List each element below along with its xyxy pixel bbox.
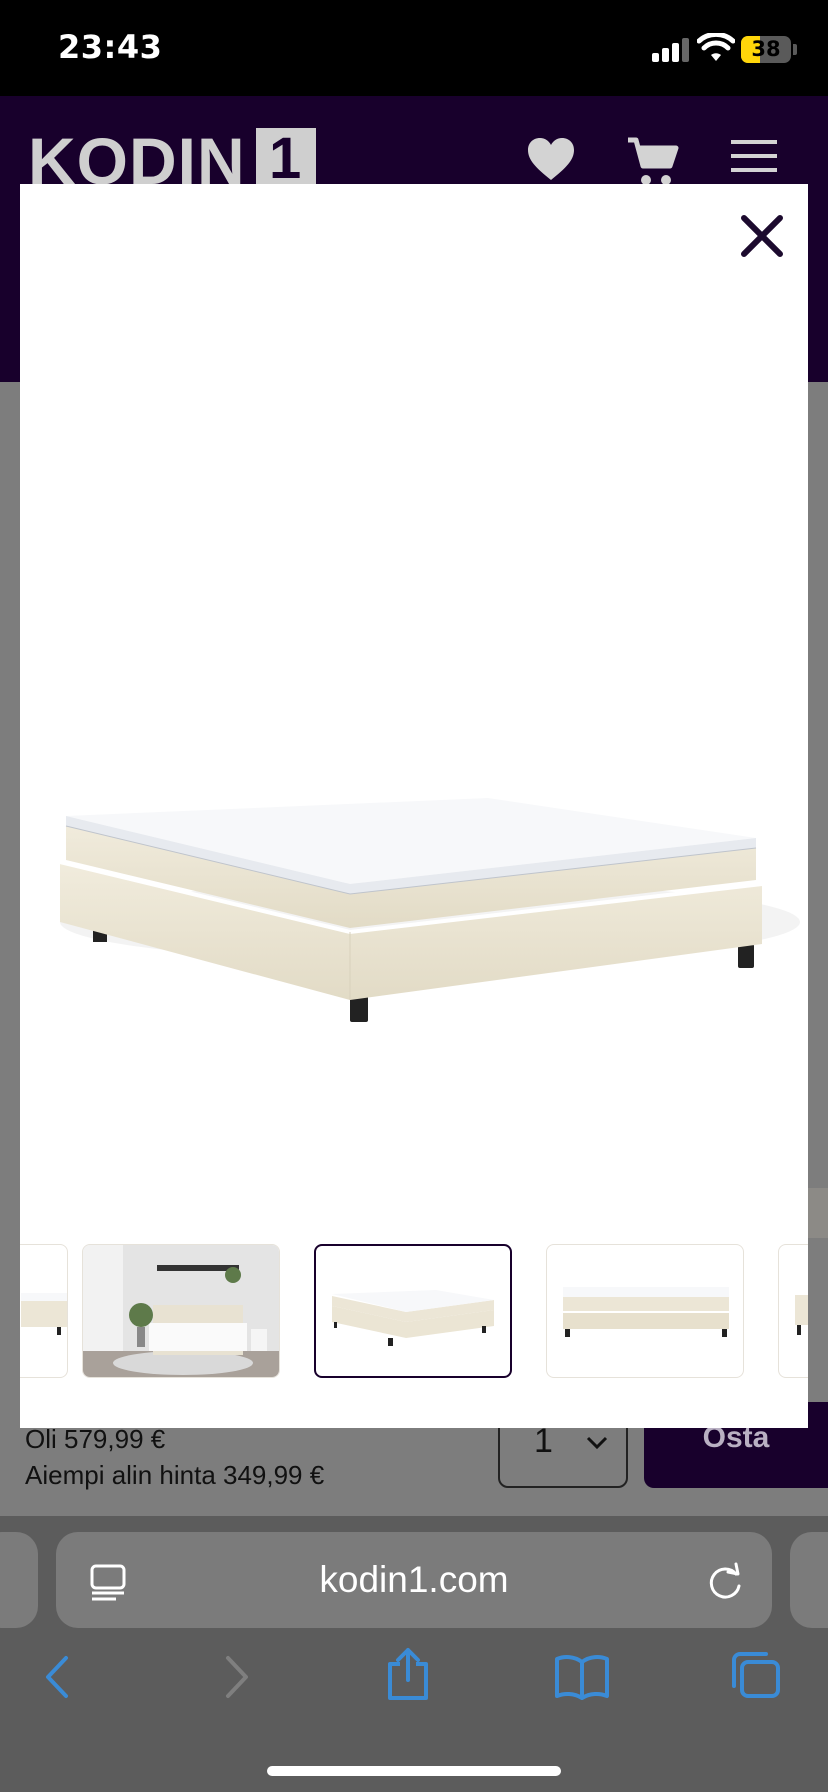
kodin1-logo[interactable]: KODIN 1 bbox=[28, 126, 316, 194]
next-tab-peek[interactable] bbox=[790, 1532, 828, 1628]
status-bar: 23:43 38 bbox=[0, 0, 828, 96]
status-time: 23:43 bbox=[58, 28, 163, 66]
thumbnail-strip bbox=[20, 1244, 808, 1384]
old-price: Oli 579,99 € bbox=[25, 1424, 166, 1454]
page-image-edge bbox=[808, 1188, 828, 1238]
back-icon[interactable] bbox=[42, 1654, 72, 1700]
battery-icon: 38 bbox=[741, 36, 791, 63]
bookmarks-icon[interactable] bbox=[554, 1654, 610, 1700]
lowest-price: Aiempi alin hinta 349,99 € bbox=[25, 1460, 325, 1490]
thumbnail-4-bed-front[interactable] bbox=[546, 1244, 744, 1378]
heart-icon[interactable] bbox=[526, 136, 576, 184]
reload-icon[interactable] bbox=[706, 1562, 744, 1602]
cart-icon[interactable] bbox=[626, 136, 680, 186]
image-gallery-modal bbox=[20, 184, 808, 1428]
thumbnail-2-bedroom[interactable] bbox=[82, 1244, 280, 1378]
battery-level: 38 bbox=[751, 37, 781, 61]
previous-tab-peek[interactable] bbox=[0, 1532, 38, 1628]
chevron-down-icon bbox=[586, 1436, 608, 1450]
wifi-icon bbox=[697, 33, 735, 61]
product-main-image bbox=[59, 798, 800, 1022]
cellular-signal-icon bbox=[652, 38, 690, 62]
tabs-icon[interactable] bbox=[730, 1650, 782, 1700]
logo-number: 1 bbox=[269, 126, 303, 191]
url-text: kodin1.com bbox=[319, 1559, 509, 1600]
home-indicator bbox=[267, 1766, 561, 1776]
forward-icon[interactable] bbox=[222, 1654, 252, 1700]
thumbnail-5[interactable] bbox=[778, 1244, 808, 1378]
logo-number-box: 1 bbox=[255, 126, 316, 191]
thumbnail-3-bed-angle[interactable] bbox=[314, 1244, 512, 1378]
share-icon[interactable] bbox=[386, 1646, 430, 1702]
address-bar[interactable]: kodin1.com bbox=[56, 1532, 772, 1628]
close-icon[interactable] bbox=[738, 212, 786, 260]
browser-bar: kodin1.com bbox=[0, 1516, 828, 1792]
thumbnail-1[interactable] bbox=[20, 1244, 68, 1378]
menu-icon[interactable] bbox=[731, 136, 777, 176]
